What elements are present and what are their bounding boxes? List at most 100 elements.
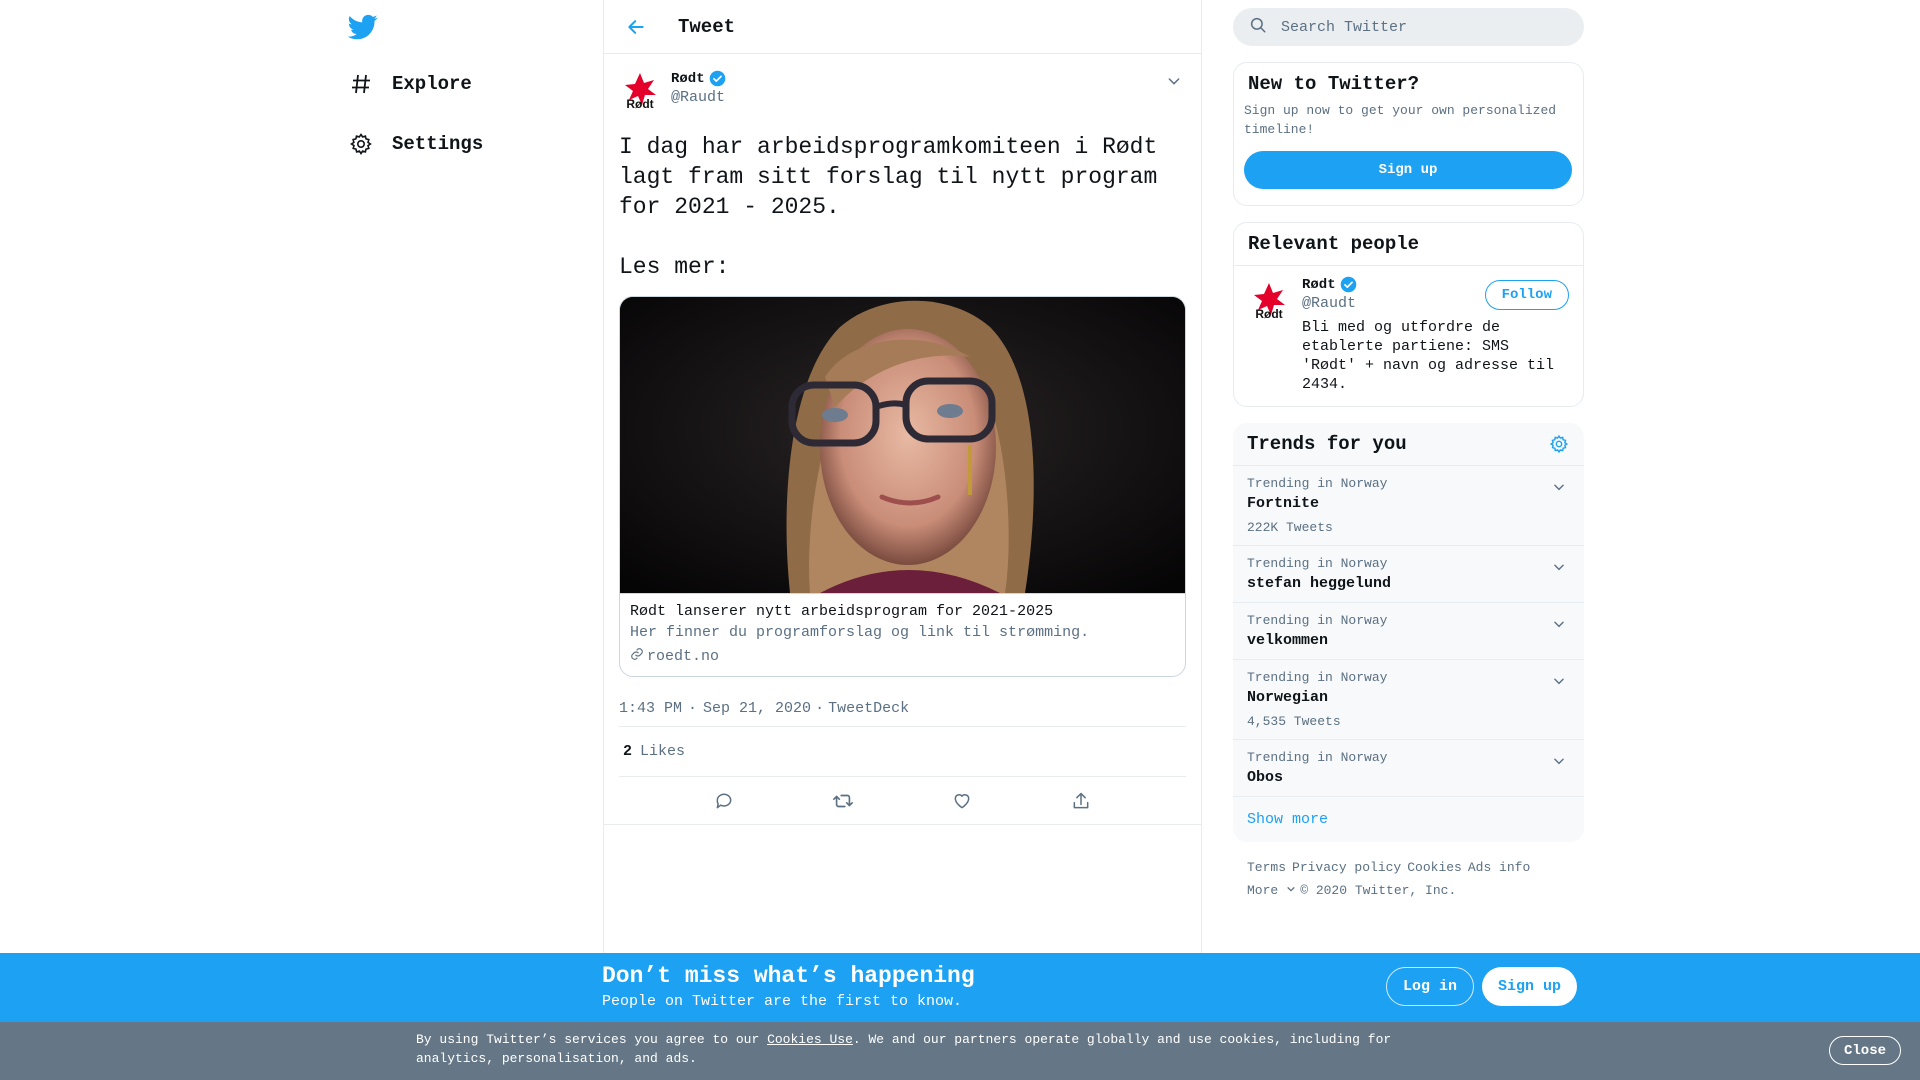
banner-title: Don’t miss what’s happening xyxy=(602,963,975,989)
cookies-use-link[interactable]: Cookies Use xyxy=(767,1032,853,1047)
show-more-link[interactable]: Show more xyxy=(1233,797,1584,842)
main-column: Tweet Rødt Rødt @Raudt I dag har arbeids… xyxy=(603,0,1202,955)
chevron-down-icon[interactable] xyxy=(1550,615,1568,633)
trend-name: Norwegian xyxy=(1247,689,1329,706)
cookie-text-before: By using Twitter’s services you agree to… xyxy=(416,1032,768,1047)
share-icon[interactable] xyxy=(1064,784,1098,818)
avatar[interactable]: Rødt xyxy=(1248,280,1290,322)
signup-box-title: New to Twitter? xyxy=(1248,73,1420,95)
like-heart-icon[interactable] xyxy=(945,784,979,818)
separator: · xyxy=(815,700,825,717)
footer-link-terms[interactable]: Terms xyxy=(1247,860,1286,875)
verified-badge-icon xyxy=(1340,276,1357,293)
card-domain[interactable]: roedt.no xyxy=(647,648,719,665)
author-handle[interactable]: @Raudt xyxy=(671,89,726,106)
footer-link-ads-info[interactable]: Ads info xyxy=(1468,860,1530,875)
signup-box-description: Sign up now to get your own personalized… xyxy=(1244,103,1557,137)
trend-context: Trending in Norway xyxy=(1247,556,1388,571)
trend-context: Trending in Norway xyxy=(1247,476,1388,491)
trend-item[interactable]: Trending in Norway stefan heggelund xyxy=(1233,546,1584,603)
trend-context: Trending in Norway xyxy=(1247,613,1388,628)
search-icon xyxy=(1249,16,1267,39)
follow-button[interactable]: Follow xyxy=(1484,280,1569,310)
tweet-actions xyxy=(604,777,1201,825)
tweet-author[interactable]: Rødt Rødt @Raudt xyxy=(619,66,1186,116)
trend-name: stefan heggelund xyxy=(1247,575,1392,592)
nav-item-label: Settings xyxy=(392,133,484,155)
chevron-down-icon[interactable] xyxy=(1550,558,1568,576)
banner-sign-up-button[interactable]: Sign up xyxy=(1482,967,1578,1006)
person-name[interactable]: Rødt xyxy=(1302,277,1336,293)
tweet-meta: 1:43 PM · Sep 21, 2020 · TweetDeck xyxy=(619,691,1186,727)
likes-label: Likes xyxy=(640,743,686,760)
nav-item-settings[interactable]: Settings xyxy=(348,126,483,162)
gear-icon xyxy=(348,131,374,157)
cookie-text: By using Twitter’s services you agree to… xyxy=(416,1030,1416,1068)
chevron-down-icon[interactable] xyxy=(1550,752,1568,770)
signup-banner: Don’t miss what’s happening People on Tw… xyxy=(0,953,1920,1022)
footer-link-cookies[interactable]: Cookies xyxy=(1407,860,1462,875)
likes-count: 2 xyxy=(623,743,633,760)
likes-stat[interactable]: 2 Likes xyxy=(619,727,1186,777)
sidebar: New to Twitter? Sign up now to get your … xyxy=(1233,0,1584,902)
tweet-source[interactable]: TweetDeck xyxy=(828,700,909,717)
reply-icon[interactable] xyxy=(707,784,741,818)
signup-box: New to Twitter? Sign up now to get your … xyxy=(1233,62,1584,206)
trend-name: Fortnite xyxy=(1247,495,1320,512)
back-arrow-icon[interactable] xyxy=(622,13,650,41)
copyright: © 2020 Twitter, Inc. xyxy=(1300,883,1457,898)
trend-item[interactable]: Trending in Norway Fortnite 222K Tweets xyxy=(1233,466,1584,546)
svg-text:Rødt: Rødt xyxy=(626,97,653,111)
svg-text:Rødt: Rødt xyxy=(1255,307,1282,321)
chevron-down-icon[interactable] xyxy=(1550,672,1568,690)
trend-name: Obos xyxy=(1247,769,1284,786)
chevron-down-icon[interactable] xyxy=(1163,70,1185,92)
trend-name: velkommen xyxy=(1247,632,1329,649)
nav-item-label: Explore xyxy=(392,73,472,95)
person-item[interactable]: Rødt Rødt @Raudt Bli med og utfordre de … xyxy=(1234,266,1583,406)
person-bio: Bli med og utfordre de etablerte partien… xyxy=(1302,319,1555,393)
cookie-banner: By using Twitter’s services you agree to… xyxy=(0,1022,1920,1080)
sign-up-button[interactable]: Sign up xyxy=(1244,151,1572,189)
card-title[interactable]: Rødt lanserer nytt arbeidsprogram for 20… xyxy=(630,603,1175,620)
footer-links: Terms Privacy policy Cookies Ads info More ©… xyxy=(1233,842,1584,902)
cookie-close-button[interactable]: Close xyxy=(1829,1036,1902,1065)
banner-subtitle: People on Twitter are the first to know. xyxy=(602,993,963,1010)
page-title: Tweet xyxy=(678,15,736,38)
relevant-people-box: Relevant people Rødt Rødt @Raudt Bli med… xyxy=(1233,222,1584,407)
nav-item-explore[interactable]: Explore xyxy=(348,66,472,102)
chevron-down-icon xyxy=(1287,887,1295,892)
search-bar[interactable] xyxy=(1233,8,1584,46)
footer-more-label: More xyxy=(1247,883,1279,898)
tweet: Rødt Rødt @Raudt I dag har arbeidsprogra… xyxy=(604,54,1201,825)
chevron-down-icon[interactable] xyxy=(1550,478,1568,496)
author-name[interactable]: Rødt xyxy=(671,71,705,87)
tweet-text: I dag har arbeidsprogramkomiteen i Rødt … xyxy=(619,134,1158,280)
trend-item[interactable]: Trending in Norway velkommen xyxy=(1233,603,1584,660)
trends-settings-gear-icon[interactable] xyxy=(1548,433,1570,455)
log-in-button[interactable]: Log in xyxy=(1386,967,1475,1006)
link-icon xyxy=(630,647,647,666)
footer-more-link[interactable]: More xyxy=(1247,883,1296,898)
card-image[interactable] xyxy=(620,297,1185,593)
trend-context: Trending in Norway xyxy=(1247,750,1388,765)
twitter-logo-icon[interactable] xyxy=(347,12,378,42)
relevant-people-title: Relevant people xyxy=(1234,223,1583,266)
retweet-icon[interactable] xyxy=(826,784,860,818)
separator: · xyxy=(688,700,698,717)
tweet-date[interactable]: Sep 21, 2020 xyxy=(703,700,811,717)
footer-link-privacy[interactable]: Privacy policy xyxy=(1292,860,1401,875)
card-description: Her finner du programforslag og link til… xyxy=(630,624,1090,641)
verified-badge-icon xyxy=(709,70,726,87)
trend-count: 222K Tweets xyxy=(1247,520,1333,535)
trend-count: 4,535 Tweets xyxy=(1247,714,1341,729)
tweet-time[interactable]: 1:43 PM xyxy=(619,700,682,717)
trends-box: Trends for you Trending in Norway Fortni… xyxy=(1233,423,1584,842)
avatar[interactable]: Rødt xyxy=(619,70,661,112)
page-header: Tweet xyxy=(604,0,1201,54)
trends-title: Trends for you xyxy=(1247,433,1407,455)
trend-item[interactable]: Trending in Norway Norwegian 4,535 Tweet… xyxy=(1233,660,1584,740)
search-input[interactable] xyxy=(1281,18,1551,36)
link-card[interactable]: Rødt lanserer nytt arbeidsprogram for 20… xyxy=(619,296,1186,677)
trend-item[interactable]: Trending in Norway Obos xyxy=(1233,740,1584,797)
